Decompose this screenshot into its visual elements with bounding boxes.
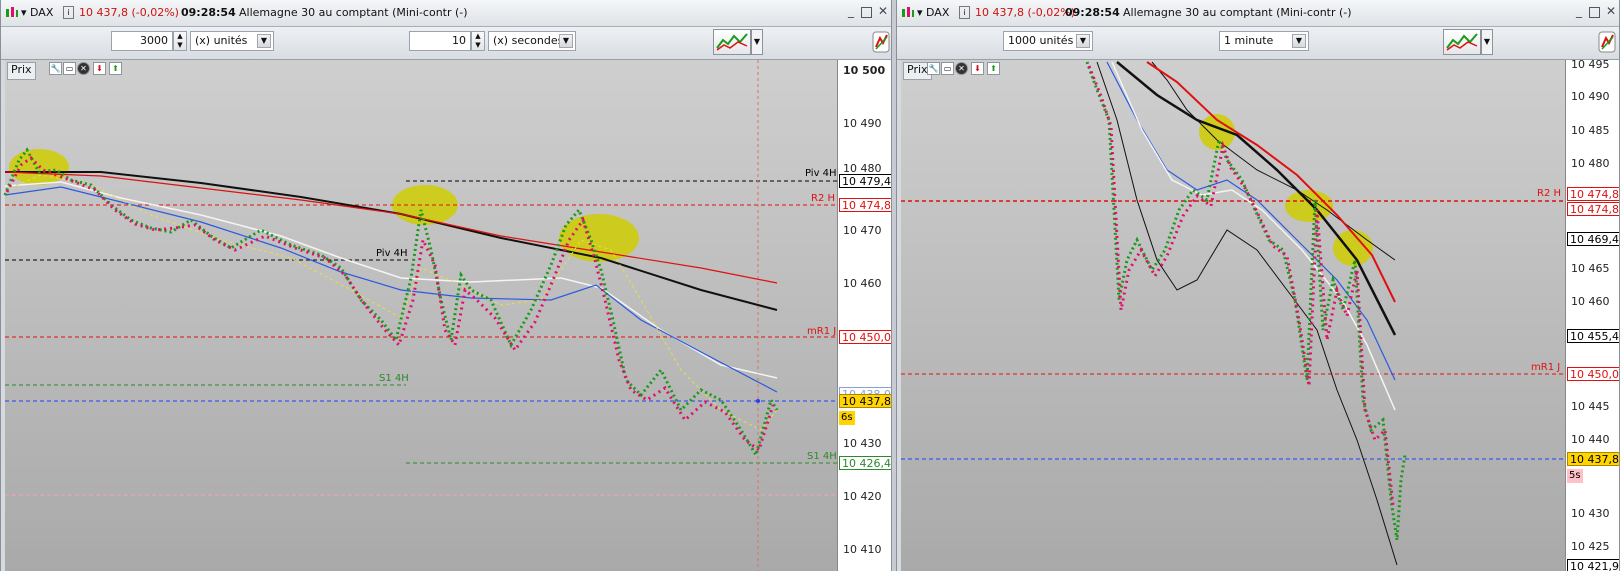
wrench-icon[interactable]: 🔧 bbox=[927, 62, 940, 75]
window-icon[interactable]: ▭ bbox=[941, 62, 954, 75]
level-value-tag: 10 455,4 bbox=[1567, 329, 1619, 343]
axis-tick: 10 420 bbox=[843, 490, 882, 503]
axis-tick: 10 470 bbox=[843, 224, 882, 237]
close-icon[interactable]: ✕ bbox=[77, 62, 90, 75]
axis-tick: 10 410 bbox=[843, 543, 882, 556]
axis-tick: 10 425 bbox=[1571, 540, 1610, 553]
axis-tick: 10 460 bbox=[1571, 295, 1610, 308]
prix-label[interactable]: Prix bbox=[7, 62, 36, 80]
axis-tick: 10 500 bbox=[843, 64, 886, 77]
axis-tick: 10 495 bbox=[1571, 58, 1610, 71]
axis-tick: 10 430 bbox=[843, 437, 882, 450]
axis-tick: 10 460 bbox=[843, 277, 882, 290]
current-price-tag: 10 437,8 bbox=[1567, 452, 1619, 466]
right-chart-overlay bbox=[901, 61, 1565, 566]
level-label: S1 4H bbox=[379, 373, 409, 384]
right-chart-window: ▾ DAX i 10 437,8 (-0,02%) 09:28:54 Allem… bbox=[896, 0, 1620, 571]
level-value-tag: 10 450,0 bbox=[839, 330, 891, 344]
level-value-tag: 10 469,4 bbox=[1567, 232, 1619, 246]
level-label: mR1 J bbox=[1531, 362, 1561, 373]
move-up-icon[interactable]: ⬆ bbox=[987, 62, 1000, 75]
level-value-tag: 10 474,8 bbox=[1567, 187, 1619, 201]
level-value-tag: 10 479,4 bbox=[839, 174, 891, 188]
move-down-icon[interactable]: ⬇ bbox=[93, 62, 106, 75]
level-label: R2 H bbox=[811, 193, 836, 204]
axis-tick: 10 485 bbox=[1571, 124, 1610, 137]
level-value-tag: 10 426,4 bbox=[839, 456, 891, 470]
window-icon[interactable]: ▭ bbox=[63, 62, 76, 75]
axis-tick: 10 465 bbox=[1571, 262, 1610, 275]
level-label: S1 4H bbox=[807, 451, 837, 462]
axis-tick: 10 490 bbox=[1571, 90, 1610, 103]
countdown-badge: 5s bbox=[1567, 469, 1583, 483]
level-value-tag: 10 474,8 bbox=[839, 198, 891, 212]
move-down-icon[interactable]: ⬇ bbox=[971, 62, 984, 75]
level-value-tag: 10 450,0 bbox=[1567, 367, 1619, 381]
wrench-icon[interactable]: 🔧 bbox=[49, 62, 62, 75]
axis-tick: 10 440 bbox=[1571, 433, 1610, 446]
axis-tick: 10 480 bbox=[1571, 157, 1610, 170]
current-price-tag: 10 437,8 bbox=[839, 394, 891, 408]
axis-tick: 10 490 bbox=[843, 117, 882, 130]
axis-tick: 10 445 bbox=[1571, 400, 1610, 413]
close-icon[interactable]: ✕ bbox=[955, 62, 968, 75]
level-label: mR1 J bbox=[807, 326, 837, 337]
left-chart-overlay bbox=[3, 60, 837, 571]
level-label: R2 H bbox=[1537, 188, 1562, 199]
move-up-icon[interactable]: ⬆ bbox=[109, 62, 122, 75]
level-label: Piv 4H bbox=[805, 168, 837, 179]
axis-tick: 10 430 bbox=[1571, 507, 1610, 520]
level-value-tag: 10 474,8 bbox=[1567, 202, 1619, 216]
left-chart-window: ▾ DAX i 10 437,8 (-0,02%) 09:28:54 Allem… bbox=[0, 0, 892, 571]
level-label: Piv 4H bbox=[376, 248, 408, 259]
countdown-badge: 6s bbox=[839, 411, 855, 425]
axis-tick: 10 421,9 bbox=[1567, 559, 1619, 571]
